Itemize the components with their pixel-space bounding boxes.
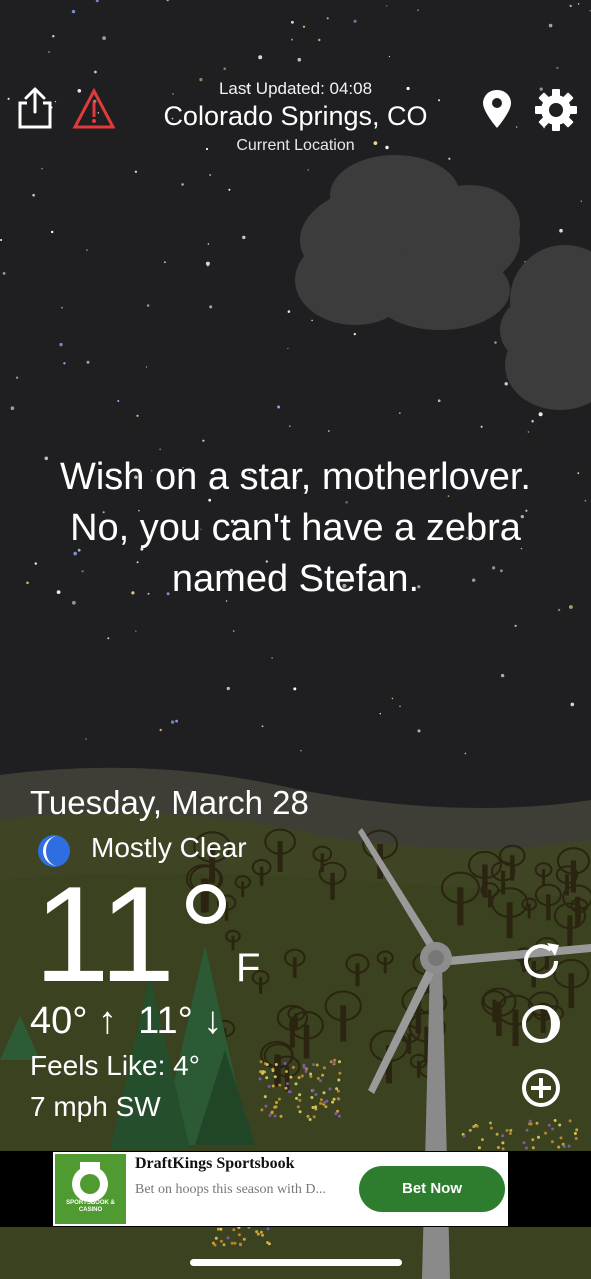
date-label: Tuesday, March 28 — [30, 784, 309, 821]
current-location-label: Current Location — [236, 137, 355, 154]
weather-scene-background — [0, 0, 591, 1279]
ad-description[interactable]: Bet on hoops this season with D... — [135, 1182, 350, 1198]
bet-now-button[interactable]: Bet Now — [359, 1166, 505, 1212]
quote-line: Wish on a star, motherlover. — [60, 456, 531, 498]
gear-icon — [535, 89, 577, 131]
refresh-icon — [524, 943, 559, 979]
weather-quote: Wish on a star, motherlover. No, you can… — [20, 452, 571, 605]
refresh-button[interactable] — [519, 939, 563, 983]
theme-toggle-icon — [522, 1005, 560, 1043]
ad-title[interactable]: DraftKings Sportsbook — [135, 1155, 295, 1173]
add-circle-icon — [522, 1069, 560, 1107]
temperature-value: 11 — [34, 858, 176, 1010]
wind-label: 7 mph SW — [30, 1091, 161, 1122]
quote-line: named Stefan. — [171, 558, 420, 600]
degree-symbol — [186, 884, 226, 924]
add-location-button[interactable] — [519, 1066, 563, 1110]
settings-button[interactable] — [534, 88, 578, 132]
high-low-temperature: 40° ↑ 11° ↓ — [30, 1000, 223, 1042]
home-indicator[interactable] — [190, 1259, 402, 1266]
location-pin-icon — [483, 90, 511, 128]
theme-toggle-button[interactable] — [519, 1002, 563, 1046]
feels-like-label: Feels Like: 4° — [30, 1050, 200, 1081]
location-button[interactable] — [476, 88, 520, 132]
logo-caption: SPORTSBOOK & CASINO — [66, 1200, 115, 1213]
quote-line: No, you can't have a zebra — [70, 507, 521, 549]
temperature-unit: F — [236, 946, 261, 990]
